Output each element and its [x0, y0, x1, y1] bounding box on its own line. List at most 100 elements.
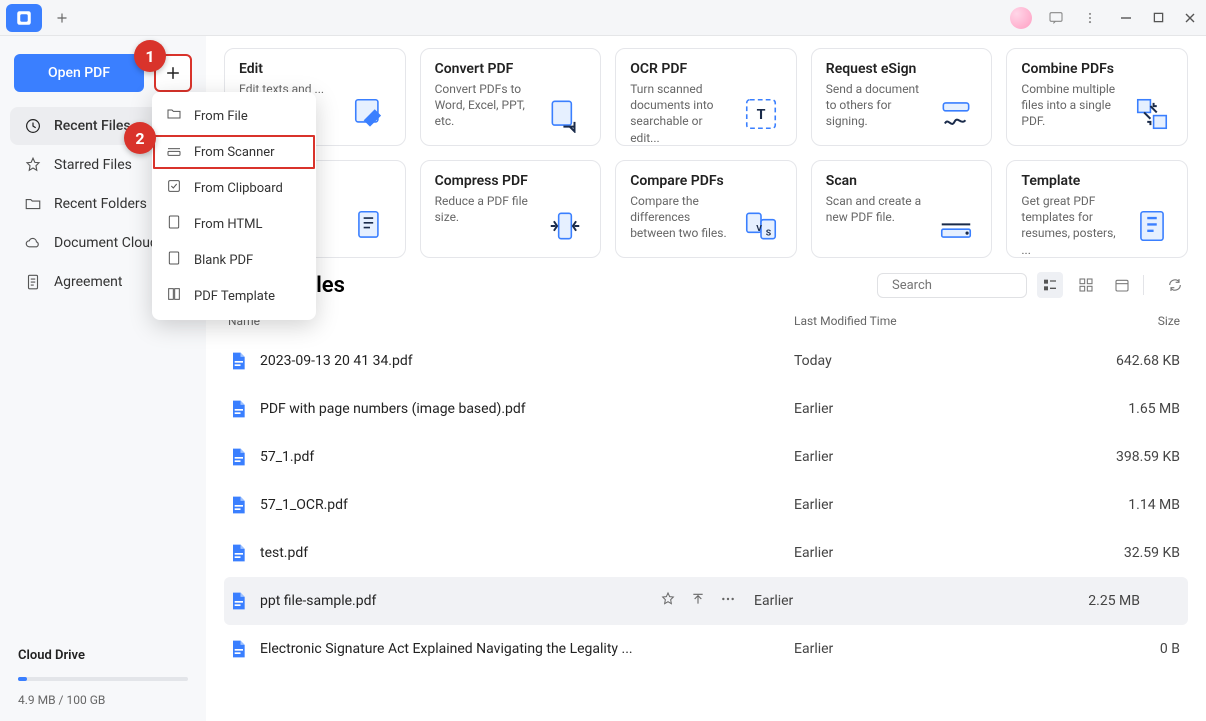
menu-item-icon	[166, 286, 182, 306]
table-row[interactable]: PDF with page numbers (image based).pdfE…	[224, 385, 1188, 433]
action-card-convert[interactable]: Convert PDFConvert PDFs to Word, Excel, …	[420, 48, 602, 146]
file-name: PDF with page numbers (image based).pdf	[260, 401, 794, 417]
svg-text:S: S	[766, 229, 772, 239]
recent-files-heading: Recent Files	[224, 273, 877, 298]
search-input[interactable]	[892, 278, 1058, 293]
col-time: Last Modified Time	[794, 314, 1094, 328]
pdf-file-icon	[228, 350, 248, 372]
card-title: Compare PDFs	[630, 173, 730, 189]
upload-icon	[690, 591, 706, 607]
menu-item-label: From Scanner	[194, 145, 275, 160]
cloud-usage-text: 4.9 MB / 100 GB	[0, 689, 206, 721]
dropdown-item-from-html[interactable]: From HTML	[152, 206, 316, 242]
user-avatar[interactable]	[1010, 7, 1032, 29]
date-view-button[interactable]	[1109, 272, 1135, 298]
action-card-template[interactable]: TemplateGet great PDF templates for resu…	[1006, 160, 1188, 258]
card-desc: Compare the differences between two file…	[630, 193, 730, 242]
create-pdf-dropdown: From File From Scanner From Clipboard From …	[152, 92, 316, 320]
maximize-window-button[interactable]	[1142, 2, 1174, 34]
cloud-icon	[24, 234, 42, 252]
action-card-compare[interactable]: Compare PDFs Compare the differences betw…	[615, 160, 797, 258]
refresh-button[interactable]	[1162, 272, 1188, 298]
cloud-drive-title: Cloud Drive	[0, 634, 206, 669]
grid-icon	[1078, 277, 1094, 293]
menu-item-icon	[166, 214, 182, 234]
file-size: 1.65 MB	[1094, 401, 1184, 417]
upload-row-button[interactable]	[690, 591, 706, 611]
chat-icon	[1048, 10, 1064, 26]
menu-item-label: From File	[194, 109, 248, 124]
ellipsis-icon	[720, 591, 736, 607]
card-title: Edit	[239, 61, 339, 77]
grid-view-button[interactable]	[1073, 272, 1099, 298]
esign-icon	[935, 61, 977, 133]
star-icon	[24, 156, 42, 174]
file-time: Earlier	[754, 593, 1054, 609]
dropdown-item-pdf-template[interactable]: PDF Template	[152, 278, 316, 314]
close-window-button[interactable]	[1174, 2, 1206, 34]
sidebar-item-label: Recent Folders	[54, 196, 147, 212]
svg-text:T: T	[756, 107, 765, 123]
search-box[interactable]	[877, 273, 1027, 298]
file-name: 2023-09-13 20 41 34.pdf	[260, 353, 794, 369]
more-menu-button[interactable]	[1076, 4, 1104, 32]
more-row-button[interactable]	[720, 591, 736, 611]
table-row[interactable]: 57_1_OCR.pdfEarlier1.14 MB	[224, 481, 1188, 529]
file-time: Earlier	[794, 401, 1094, 417]
ocr-icon: T	[740, 61, 782, 133]
action-card-esign[interactable]: Request eSignSend a document to others f…	[811, 48, 993, 146]
card-title: Template	[1021, 173, 1121, 189]
list-view-button[interactable]	[1037, 272, 1063, 298]
action-card-compress[interactable]: Compress PDFReduce a PDF file size.	[420, 160, 602, 258]
dropdown-item-from-clipboard[interactable]: From Clipboard	[152, 170, 316, 206]
pdf-file-icon	[228, 638, 248, 660]
star-row-button[interactable]	[660, 591, 676, 611]
kebab-icon	[1083, 11, 1097, 25]
table-row[interactable]: 57_1.pdfEarlier398.59 KB	[224, 433, 1188, 481]
file-name: 57_1_OCR.pdf	[260, 497, 794, 513]
action-card-combine[interactable]: Combine PDFsCombine multiple files into …	[1006, 48, 1188, 146]
table-row[interactable]: Electronic Signature Act Explained Navig…	[224, 625, 1188, 673]
card-desc: Send a document to others for signing.	[826, 81, 926, 130]
feedback-button[interactable]	[1042, 4, 1070, 32]
table-row[interactable]: test.pdfEarlier32.59 KB	[224, 529, 1188, 577]
file-name: ppt file-sample.pdf	[260, 593, 660, 609]
open-pdf-button[interactable]: Open PDF	[14, 54, 144, 92]
action-card-scan[interactable]: ScanScan and create a new PDF file.	[811, 160, 993, 258]
table-row[interactable]: ppt file-sample.pdfEarlier2.25 MB	[224, 577, 1188, 625]
file-name: test.pdf	[260, 545, 794, 561]
table-row[interactable]: 2023-09-13 20 41 34.pdfToday642.68 KB	[224, 337, 1188, 385]
star-icon	[660, 591, 676, 607]
card-title: Convert PDF	[435, 61, 535, 77]
minimize-window-button[interactable]	[1110, 2, 1142, 34]
content-area: EditEdit texts and ...Convert PDFConvert…	[206, 36, 1206, 721]
card-desc: Reduce a PDF file size.	[435, 193, 535, 225]
pdf-file-icon	[228, 590, 248, 612]
home-tab[interactable]	[6, 4, 42, 32]
compare-icon: VS	[740, 173, 782, 245]
action-card-ocr[interactable]: OCR PDFTurn scanned documents into searc…	[615, 48, 797, 146]
minimize-icon	[1120, 12, 1132, 24]
calendar-icon	[1114, 277, 1130, 293]
file-size: 1.14 MB	[1094, 497, 1184, 513]
new-tab-button[interactable]	[48, 4, 76, 32]
scan-icon	[935, 173, 977, 245]
menu-item-label: From Clipboard	[194, 181, 283, 196]
doc-icon	[24, 273, 42, 291]
dropdown-item-from-file[interactable]: From File	[152, 98, 316, 134]
callout-badge-2: 2	[124, 122, 156, 154]
menu-item-label: PDF Template	[194, 289, 275, 304]
menu-item-label: From HTML	[194, 217, 263, 232]
callout-badge-1: 1	[134, 40, 166, 72]
pdf-file-icon	[228, 494, 248, 516]
dropdown-item-from-scanner[interactable]: From Scanner	[152, 134, 316, 170]
combine-icon	[1131, 61, 1173, 133]
maximize-icon	[1153, 12, 1164, 23]
dropdown-item-blank-pdf[interactable]: Blank PDF	[152, 242, 316, 278]
menu-item-icon	[166, 250, 182, 270]
file-time: Earlier	[794, 497, 1094, 513]
convert-icon	[544, 61, 586, 133]
svg-text:V: V	[756, 224, 762, 234]
menu-item-label: Blank PDF	[194, 253, 253, 268]
pdf-file-icon	[228, 542, 248, 564]
